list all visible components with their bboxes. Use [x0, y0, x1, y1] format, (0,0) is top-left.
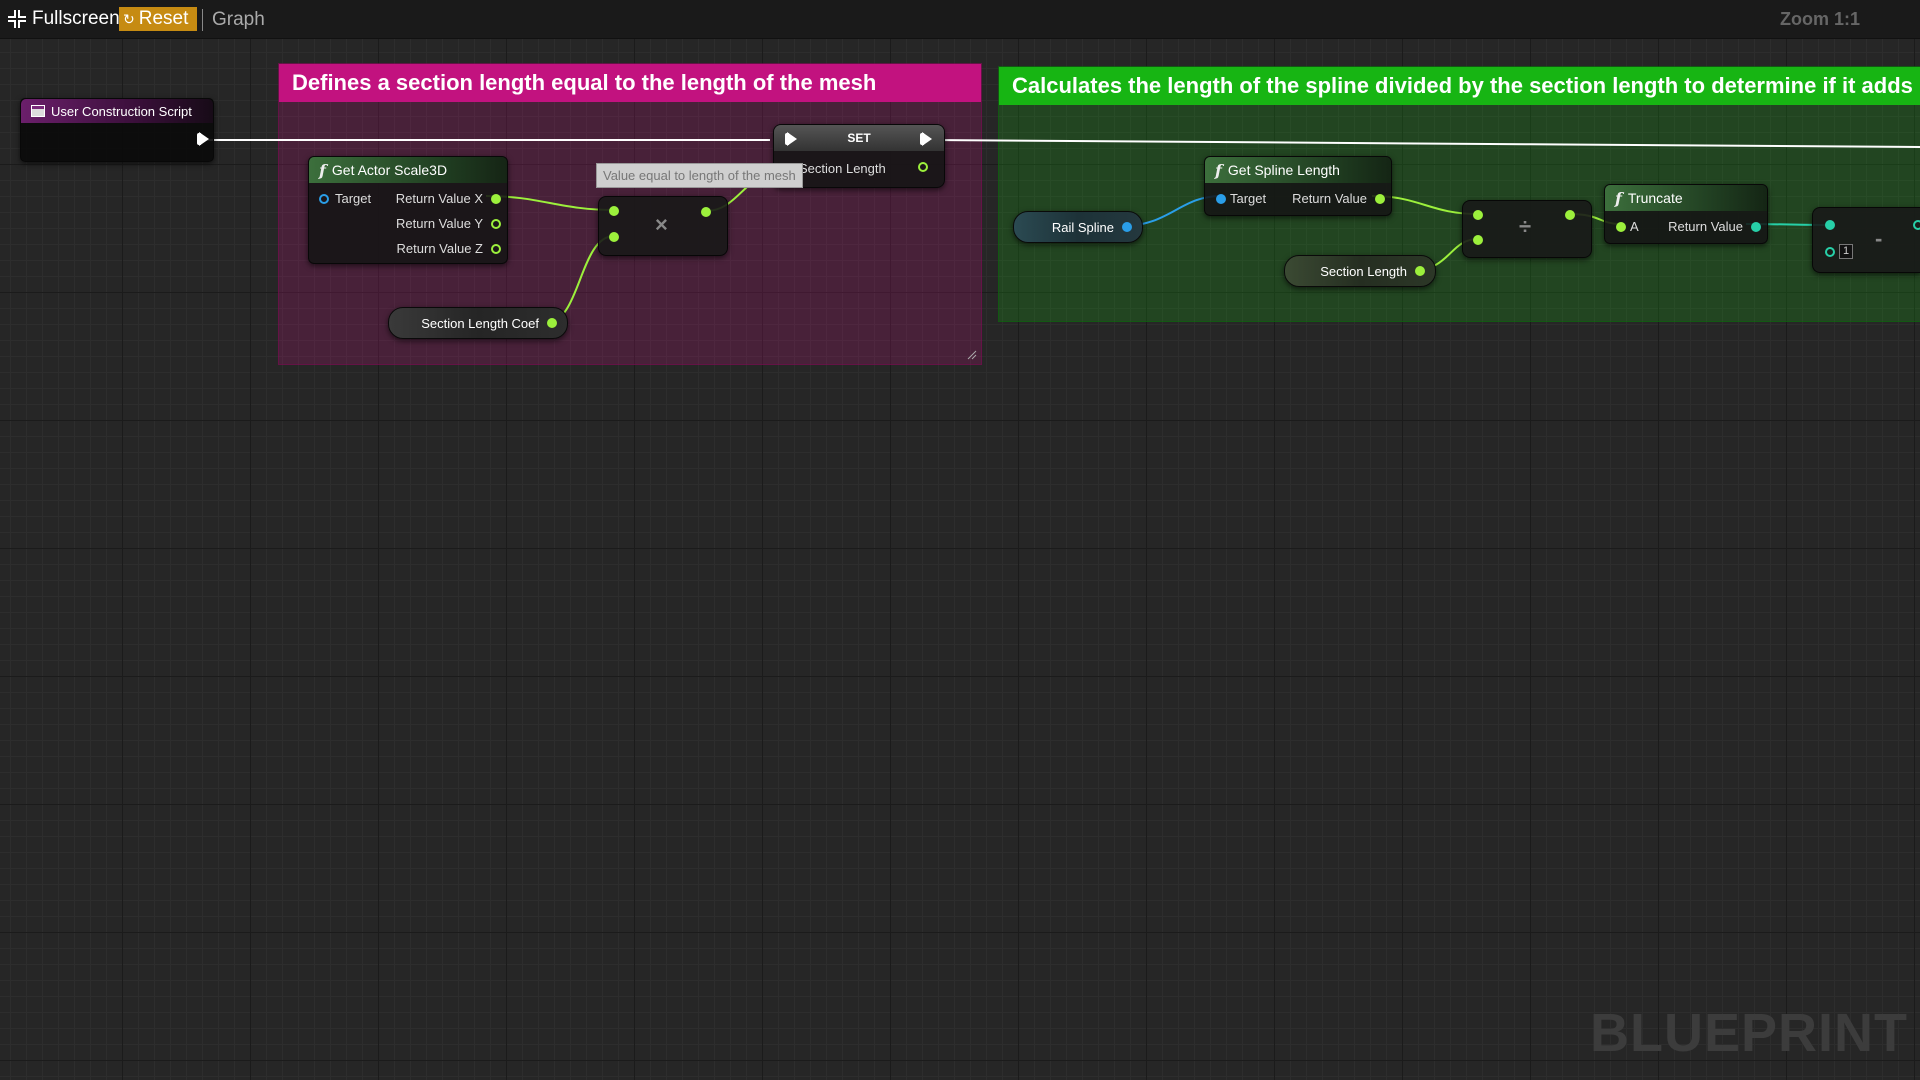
- variable-label: Rail Spline: [1051, 219, 1114, 235]
- comment-title[interactable]: Calculates the length of the spline divi…: [999, 67, 1920, 105]
- pin-return-x[interactable]: Return Value X: [394, 191, 501, 206]
- pin-a[interactable]: A: [1616, 219, 1639, 234]
- comment-title[interactable]: Defines a section length equal to the le…: [279, 64, 981, 102]
- pin-label: Target: [1230, 191, 1267, 206]
- function-icon: f: [319, 160, 326, 180]
- int-pin[interactable]: [1913, 220, 1920, 230]
- variable-label: Section Length Coef: [421, 315, 539, 331]
- node-header: f Get Actor Scale3D: [309, 157, 507, 183]
- float-pin[interactable]: [1565, 210, 1575, 220]
- int-pin[interactable]: [1825, 220, 1835, 230]
- subtract-symbol: -: [1875, 226, 1883, 251]
- event-node-header: User Construction Script: [21, 99, 213, 123]
- reset-button[interactable]: ↻ Reset: [119, 7, 197, 31]
- float-pin[interactable]: [491, 243, 501, 254]
- fullscreen-button[interactable]: Fullscreen: [8, 7, 120, 31]
- node-title: Get Spline Length: [1227, 162, 1340, 178]
- node-truncate[interactable]: f Truncate A Return Value: [1604, 184, 1768, 244]
- variable-node-section-length-coef[interactable]: Section Length Coef: [388, 307, 568, 339]
- pin-label: Section Length: [799, 161, 886, 176]
- pin-b[interactable]: 1: [1825, 244, 1854, 259]
- comment-title-text: Defines a section length equal to the le…: [292, 70, 877, 95]
- multiply-symbol: ×: [655, 212, 668, 237]
- pin-return-value[interactable]: Return Value: [1655, 219, 1761, 234]
- node-title: Get Actor Scale3D: [331, 162, 448, 178]
- reset-icon: ↻: [123, 10, 135, 27]
- pin-return-y[interactable]: Return Value Y: [394, 216, 501, 231]
- float-pin[interactable]: [918, 162, 928, 172]
- variable-node-rail-spline[interactable]: Rail Spline: [1013, 211, 1143, 243]
- zoom-indicator: Zoom 1:1: [1780, 9, 1861, 29]
- int-pin[interactable]: [1751, 221, 1761, 232]
- float-pin[interactable]: [491, 193, 501, 204]
- float-pin[interactable]: [547, 318, 557, 328]
- toolbar-divider: [202, 9, 203, 31]
- float-pin[interactable]: [1473, 210, 1483, 220]
- exec-input-pin[interactable]: [785, 132, 797, 146]
- object-pin[interactable]: [319, 193, 329, 204]
- float-pin[interactable]: [1616, 221, 1626, 232]
- node-get-spline-length[interactable]: f Get Spline Length Target Return Value: [1204, 156, 1392, 216]
- pin-return-z[interactable]: Return Value Z: [394, 241, 501, 256]
- node-title: Truncate: [1627, 190, 1683, 206]
- pin-label: Return Value X: [395, 191, 483, 206]
- pin-target[interactable]: Target: [319, 191, 371, 206]
- float-pin[interactable]: [609, 232, 619, 242]
- pin-target[interactable]: Target: [1216, 191, 1266, 206]
- pin-return-value[interactable]: Return Value: [1285, 191, 1385, 206]
- fullscreen-label: Fullscreen: [32, 8, 120, 29]
- event-icon: [31, 105, 45, 117]
- node-subtract[interactable]: 1 -: [1812, 207, 1920, 273]
- float-pin[interactable]: [1473, 235, 1483, 245]
- breadcrumb-graph[interactable]: Graph: [212, 9, 265, 31]
- exec-output-pin[interactable]: [197, 132, 209, 146]
- node-header: SET: [774, 125, 944, 151]
- pin-label: Return Value Y: [396, 216, 483, 231]
- float-pin[interactable]: [701, 207, 711, 217]
- pin-label: Return Value: [1668, 219, 1743, 234]
- node-header: f Get Spline Length: [1205, 157, 1391, 183]
- node-multiply[interactable]: ×: [598, 196, 728, 256]
- reset-label: Reset: [138, 8, 189, 29]
- float-pin[interactable]: [1415, 266, 1425, 276]
- node-tooltip: Value equal to length of the mesh: [596, 163, 803, 188]
- int-pin[interactable]: [1825, 246, 1835, 257]
- float-pin[interactable]: [609, 206, 619, 216]
- pin-label: A: [1630, 219, 1639, 234]
- variable-label: Section Length: [1320, 263, 1407, 279]
- comment-title-text: Calculates the length of the spline divi…: [1012, 73, 1913, 98]
- node-get-actor-scale3d[interactable]: f Get Actor Scale3D Target Return Value …: [308, 156, 508, 264]
- top-toolbar: Fullscreen ↻ Reset Graph Zoom 1:1: [0, 0, 1920, 39]
- event-node-title: User Construction Script: [51, 103, 192, 119]
- variable-node-section-length[interactable]: Section Length: [1284, 255, 1436, 287]
- float-pin[interactable]: [491, 218, 501, 229]
- pin-label: Return Value Z: [396, 241, 483, 256]
- divide-symbol: ÷: [1519, 214, 1532, 239]
- object-pin[interactable]: [1216, 193, 1226, 204]
- function-icon: f: [1615, 188, 1622, 208]
- exec-output-pin[interactable]: [920, 132, 932, 146]
- comment-box-spline-length[interactable]: Calculates the length of the spline divi…: [998, 66, 1920, 322]
- function-icon: f: [1215, 160, 1222, 180]
- node-divide[interactable]: ÷: [1462, 200, 1592, 258]
- fullscreen-icon: [8, 10, 26, 28]
- blueprint-watermark: BLUEPRINT: [1590, 1003, 1908, 1063]
- literal-value-input[interactable]: 1: [1839, 244, 1854, 259]
- pin-label: Target: [335, 191, 372, 206]
- resize-grip-icon[interactable]: [967, 350, 977, 360]
- pin-label: Return Value: [1292, 191, 1367, 206]
- node-title: SET: [847, 131, 871, 145]
- object-pin[interactable]: [1122, 222, 1132, 232]
- node-header: f Truncate: [1605, 185, 1767, 211]
- event-node-construction-script[interactable]: User Construction Script: [20, 98, 214, 162]
- float-pin[interactable]: [1375, 193, 1385, 204]
